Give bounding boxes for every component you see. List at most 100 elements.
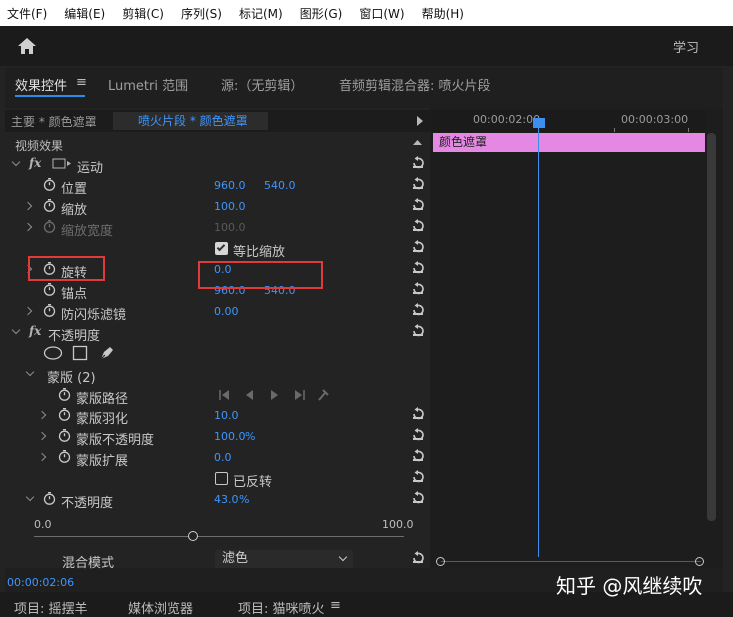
fx-icon[interactable]: fx [29,324,41,338]
pen-mask-icon[interactable] [98,344,116,362]
current-timecode[interactable]: 00:00:02:06 [7,576,74,589]
opacity-row[interactable]: 不透明度 43.0 % [5,489,430,511]
inverted-checkbox[interactable] [215,472,228,485]
reset-icon[interactable] [411,282,425,296]
stopwatch-icon[interactable] [43,199,56,212]
menu-window[interactable]: 窗口(W) [359,5,404,22]
tab-source[interactable]: 源:（无剪辑） [221,75,303,94]
chevron-right-icon[interactable] [23,306,33,316]
stopwatch-icon[interactable] [58,388,71,401]
stopwatch-icon[interactable] [58,429,71,442]
anti-flicker-value[interactable]: 0.00 [214,305,239,318]
chevron-down-icon[interactable] [11,157,21,167]
home-icon[interactable] [17,37,37,55]
menu-edit[interactable]: 编辑(E) [64,5,105,22]
menu-markers[interactable]: 标记(M) [239,5,283,22]
position-y-value[interactable]: 540.0 [264,179,296,192]
mask-opacity-unit: % [245,430,256,443]
reset-icon[interactable] [411,491,425,505]
mask-opacity-row[interactable]: 蒙版不透明度 100.0 % [5,426,430,448]
blend-mode-dropdown[interactable]: 滤色 [215,550,353,568]
reset-icon[interactable] [411,324,425,338]
chevron-right-icon[interactable] [37,410,47,420]
tab-effect-controls[interactable]: 效果控件 [15,75,67,94]
chevron-down-icon[interactable] [11,325,21,335]
stopwatch-icon[interactable] [58,408,71,421]
scroll-start-handle[interactable] [436,557,445,566]
position-row[interactable]: 位置 960.0 540.0 [5,175,430,197]
opacity-effect-row[interactable]: fx 不透明度 [5,322,430,344]
tab-audio-clip-mixer[interactable]: 音频剪辑混合器: 喷火片段 [339,75,491,94]
rectangle-mask-icon[interactable] [72,345,88,361]
opacity-slider-track[interactable] [34,536,404,537]
vertical-scrollbar[interactable] [707,133,716,521]
play-icon[interactable] [417,116,423,126]
mask-feather-value[interactable]: 10.0 [214,409,239,422]
stopwatch-icon[interactable] [58,450,71,463]
reset-icon[interactable] [411,198,425,212]
tab-media-browser[interactable]: 媒体浏览器 [128,598,193,617]
stopwatch-icon[interactable] [43,304,56,317]
reset-icon[interactable] [411,449,425,463]
position-x-value[interactable]: 960.0 [214,179,246,192]
motion-effect-row[interactable]: fx 运动 [5,154,430,176]
reset-icon[interactable] [411,240,425,254]
mask-feather-row[interactable]: 蒙版羽化 10.0 [5,405,430,427]
menu-sequence[interactable]: 序列(S) [181,5,222,22]
menu-graphics[interactable]: 图形(G) [300,5,343,22]
scroll-end-handle[interactable] [695,557,704,566]
tab-project-cat[interactable]: 项目: 猫咪喷火 [238,598,325,617]
chevron-right-icon[interactable] [23,201,33,211]
fx-icon[interactable]: fx [29,156,41,170]
timeline-clip[interactable]: 颜色遮罩 [433,133,705,152]
stopwatch-icon[interactable] [43,283,56,296]
mask-opacity-value[interactable]: 100.0 [214,430,246,443]
ellipse-mask-icon[interactable] [43,345,63,361]
stopwatch-icon[interactable] [43,178,56,191]
reset-icon[interactable] [411,407,425,421]
chevron-right-icon[interactable] [37,452,47,462]
scale-row[interactable]: 缩放 100.0 [5,196,430,218]
tab-lumetri-scopes[interactable]: Lumetri 范围 [108,75,188,94]
menu-clip[interactable]: 剪辑(C) [122,5,164,22]
mask-row[interactable]: 蒙版 (2) [5,364,430,386]
chevron-down-icon[interactable] [25,367,35,377]
mask-opacity-label: 蒙版不透明度 [76,433,155,448]
tab-project-sheep[interactable]: 项目: 摇摆羊 [14,598,88,617]
scale-width-row[interactable]: 缩放宽度 100.0 [5,217,430,239]
stopwatch-icon[interactable] [43,492,56,505]
mask-path-row[interactable]: 蒙版路径 [5,385,430,407]
learn-workspace[interactable]: 学习 [673,37,699,56]
mask-tracking-controls[interactable] [219,388,331,402]
reset-icon[interactable] [411,551,425,565]
scroll-up-icon[interactable] [412,137,423,148]
chevron-down-icon[interactable] [25,492,35,502]
reset-icon[interactable] [411,428,425,442]
scale-value[interactable]: 100.0 [214,200,246,213]
playhead-handle[interactable] [533,118,545,128]
chevron-right-icon[interactable] [23,222,33,232]
timeline-ruler[interactable]: 00:00:02:00 00:00:03:00 [431,110,706,132]
tab-menu-icon[interactable]: ≡ [76,75,87,90]
menu-bar: 文件(F) 编辑(E) 剪辑(C) 序列(S) 标记(M) 图形(G) 窗口(W… [0,0,733,26]
clip-dropdown[interactable]: 喷火片段 * 颜色遮罩 [113,112,268,130]
playhead-line[interactable] [538,120,539,557]
anti-flicker-row[interactable]: 防闪烁滤镜 0.00 [5,301,430,323]
mask-expansion-row[interactable]: 蒙版扩展 0.0 [5,447,430,469]
reset-icon[interactable] [411,470,425,484]
master-clip-label[interactable]: 主要 * 颜色遮罩 [11,113,97,130]
opacity-value[interactable]: 43.0 [214,493,239,506]
motion-label: 运动 [77,161,104,176]
reset-icon[interactable] [411,156,425,170]
tab-menu-icon[interactable]: ≡ [330,598,341,613]
reset-icon[interactable] [411,261,425,275]
reset-icon[interactable] [411,177,425,191]
chevron-right-icon[interactable] [37,431,47,441]
reset-icon[interactable] [411,219,425,233]
menu-help[interactable]: 帮助(H) [422,5,464,22]
menu-file[interactable]: 文件(F) [7,5,47,22]
mask-expansion-value[interactable]: 0.0 [214,451,232,464]
reset-icon[interactable] [411,303,425,317]
horizontal-scrollbar[interactable] [441,561,701,568]
uniform-scale-checkbox[interactable] [215,242,228,255]
